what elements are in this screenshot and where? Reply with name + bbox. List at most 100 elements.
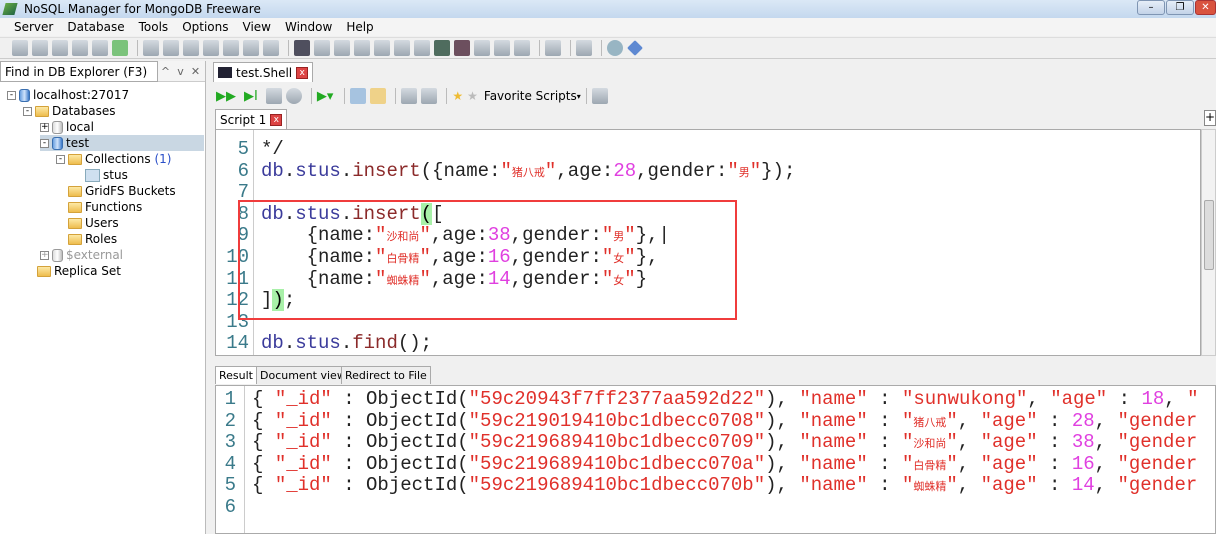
code-token-pl: . (283, 159, 296, 182)
tree-users[interactable]: Users (68, 215, 119, 231)
tree-replica-set[interactable]: Replica Set (37, 263, 121, 279)
tab-script-1[interactable]: Script 1x (215, 109, 288, 129)
refresh-icon[interactable] (112, 40, 128, 56)
plug-icon[interactable] (72, 40, 88, 56)
menu-server[interactable]: Server (14, 20, 53, 34)
find-next-button[interactable]: v (173, 65, 188, 78)
step-icon[interactable] (265, 88, 282, 104)
close-tab-icon[interactable]: x (296, 66, 309, 79)
execute-current-icon[interactable]: ▶I (244, 89, 258, 104)
tree-collections[interactable]: - Collections (1) (56, 151, 171, 167)
settings-window-icon[interactable] (334, 40, 350, 56)
export-icon[interactable] (394, 40, 410, 56)
new-collection-icon[interactable] (163, 40, 179, 56)
save-icon[interactable] (350, 88, 367, 104)
tree-collection-stus[interactable]: stus (85, 167, 128, 183)
gear-icon[interactable] (545, 40, 561, 56)
copy-icon[interactable] (374, 40, 390, 56)
highlight-box (238, 200, 737, 320)
menu-options[interactable]: Options (182, 20, 228, 34)
minimize-button[interactable]: – (1137, 0, 1165, 15)
run-options-icon[interactable]: ▶▾ (317, 89, 334, 104)
tab-result[interactable]: Result (215, 366, 257, 384)
close-button[interactable]: ✕ (1195, 0, 1216, 15)
code-token-obj: stus (295, 332, 341, 355)
tree-functions[interactable]: Functions (68, 199, 142, 215)
help-icon[interactable] (607, 40, 623, 56)
menu-tools[interactable]: Tools (139, 20, 169, 34)
code-token-obj: db (261, 332, 284, 355)
connect-icon[interactable] (32, 40, 48, 56)
menu-view[interactable]: View (243, 20, 271, 34)
editor-scrollbar[interactable] (1201, 129, 1216, 356)
restore-button[interactable]: ❐ (1166, 0, 1194, 15)
code-token-pl: { (252, 431, 275, 454)
menu-help[interactable]: Help (346, 20, 373, 34)
close-tab-icon[interactable]: x (270, 113, 283, 126)
window-icon[interactable] (314, 40, 330, 56)
tab-document-view[interactable]: Document view (256, 366, 350, 384)
code-token-str: "name" (799, 431, 868, 454)
open-icon[interactable] (370, 88, 387, 104)
code-token-pl: : ObjectId( (331, 409, 469, 432)
find-input[interactable]: Find in DB Explorer (F3) (0, 60, 158, 82)
add-script-button[interactable]: + (1204, 110, 1216, 126)
code-token-pl: , (1164, 388, 1188, 410)
code-token-pl: , (1094, 452, 1118, 475)
code-token-pl: , (957, 409, 981, 432)
format-icon[interactable] (401, 88, 418, 104)
shell-icon[interactable] (294, 40, 310, 56)
code-token-str: "name" (799, 474, 868, 497)
code-token-str: " (544, 159, 557, 182)
find-prev-button[interactable]: ^ (158, 65, 173, 78)
monitor-icon[interactable] (474, 40, 490, 56)
line-number: 6 (237, 159, 249, 182)
format2-icon[interactable] (421, 88, 438, 104)
folder-icon (35, 105, 49, 117)
tree-gridfs[interactable]: GridFS Buckets (68, 183, 176, 199)
tab-redirect-to-file[interactable]: Redirect to File (341, 366, 431, 384)
restore-icon[interactable] (454, 40, 470, 56)
gear-icon[interactable] (591, 88, 608, 104)
new-database-icon[interactable] (143, 40, 159, 56)
code-token-str: " (946, 474, 958, 497)
about-icon[interactable] (627, 40, 643, 56)
execute-icon[interactable]: ▶▶ (216, 89, 236, 104)
folder-icon (68, 153, 82, 165)
sql-icon[interactable] (514, 40, 530, 56)
tree-label: Roles (85, 232, 118, 246)
add-favorite-icon[interactable]: ★ (452, 89, 463, 103)
menu-database[interactable]: Database (67, 20, 124, 34)
scrollbar-thumb[interactable] (1204, 200, 1214, 270)
result-output[interactable]: 1{ "_id" : ObjectId("59c20943f7ff2377aa5… (215, 385, 1216, 534)
backup-icon[interactable] (434, 40, 450, 56)
disconnect-icon[interactable] (52, 40, 68, 56)
tree-label: $external (66, 248, 124, 262)
new-index-icon[interactable] (183, 40, 199, 56)
home-icon[interactable] (576, 40, 592, 56)
menu-window[interactable]: Window (285, 20, 332, 34)
import-icon[interactable] (414, 40, 430, 56)
code-token-str: " (901, 431, 914, 454)
find-close-button[interactable]: ✕ (188, 65, 203, 78)
add-user-icon[interactable] (263, 40, 279, 56)
tree-icon[interactable] (354, 40, 370, 56)
code-token-pl: . (340, 159, 353, 182)
plug-blue-icon[interactable] (92, 40, 108, 56)
favorite-scripts-button[interactable]: Favorite Scripts (484, 89, 577, 103)
tab-test-shell[interactable]: test.Shell x (213, 62, 314, 82)
new-view-icon[interactable] (203, 40, 219, 56)
tree-server[interactable]: - localhost:27017 (7, 87, 129, 103)
db-icon[interactable] (494, 40, 510, 56)
new-function-icon[interactable] (223, 40, 239, 56)
code-token-str: "gender (1117, 409, 1198, 432)
tree-db-test[interactable]: - test (40, 135, 204, 151)
tree-roles[interactable]: Roles (68, 231, 117, 247)
tree-db-local[interactable]: + local (40, 119, 94, 135)
tree-db-external[interactable]: + $external (40, 247, 123, 263)
server-icon[interactable] (12, 40, 28, 56)
stop-icon[interactable] (285, 88, 302, 104)
folder-icon (68, 185, 82, 197)
tree-databases[interactable]: - Databases (23, 103, 116, 119)
user-icon[interactable] (243, 40, 259, 56)
